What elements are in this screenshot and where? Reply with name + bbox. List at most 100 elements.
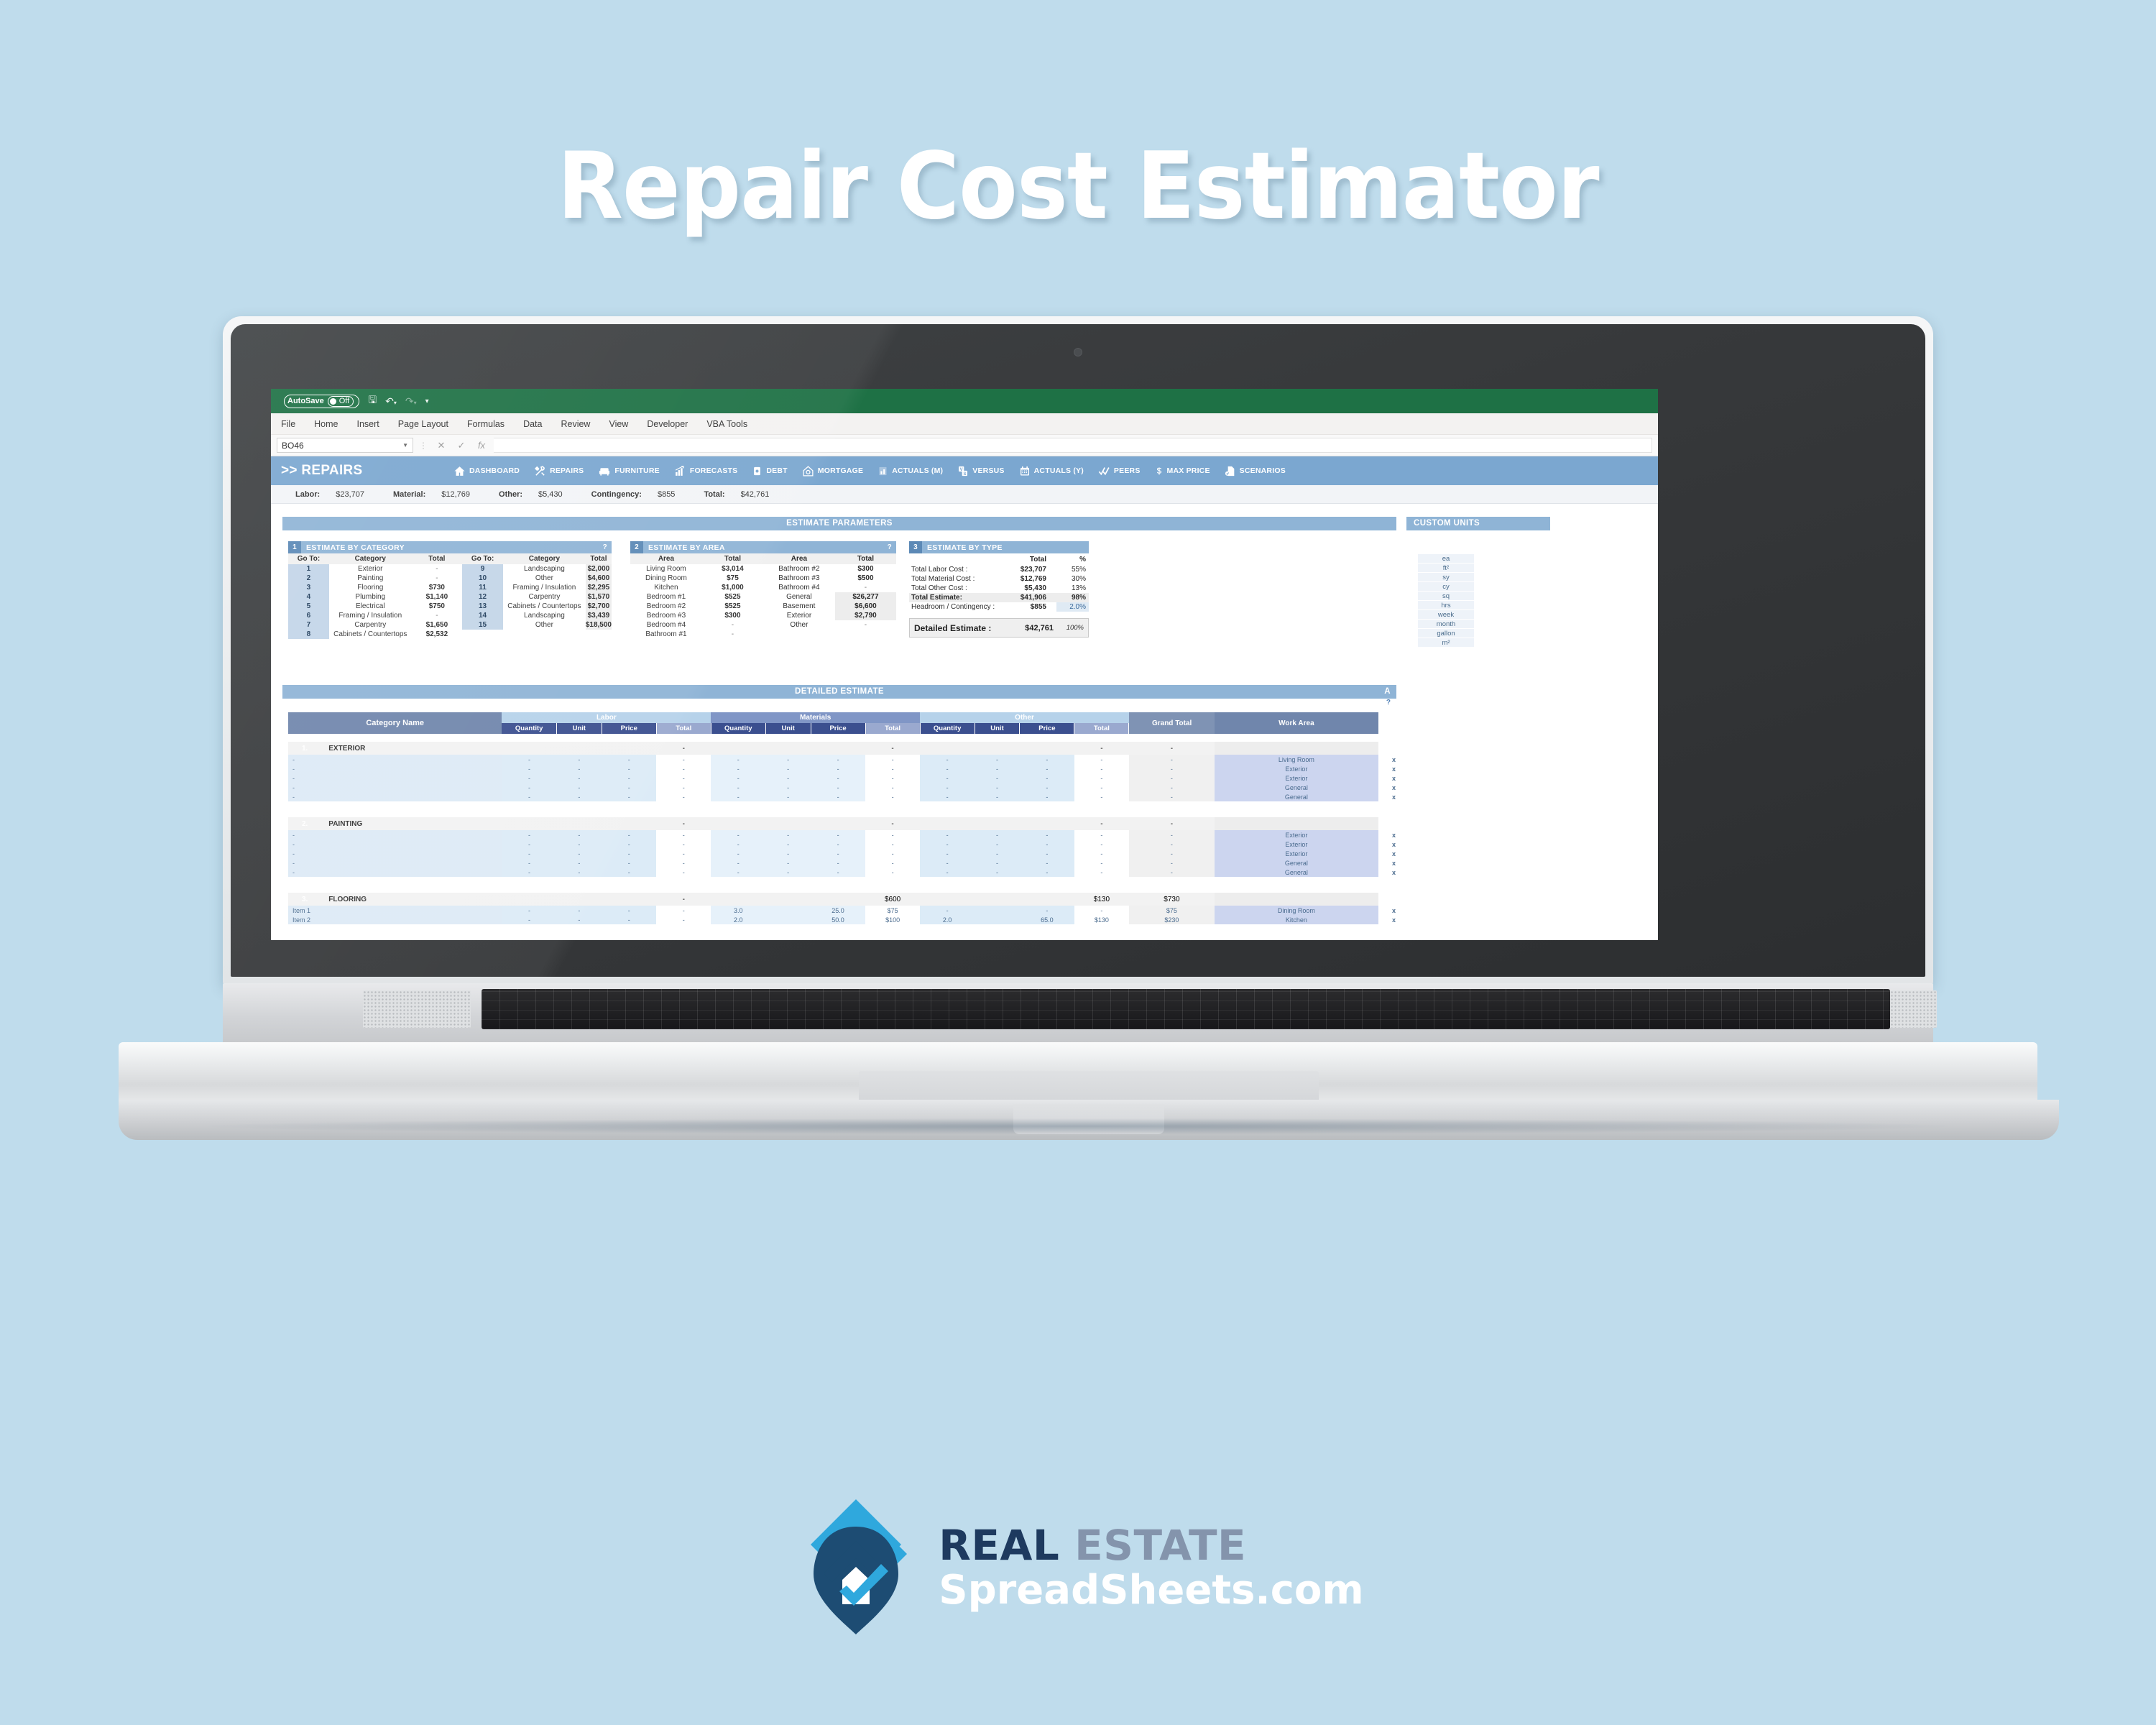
other-price[interactable]: - <box>1019 849 1074 858</box>
delete-row-button[interactable]: x <box>1378 868 1409 877</box>
materials-quantity[interactable]: - <box>711 792 766 801</box>
labor-unit[interactable]: - <box>556 755 602 764</box>
help-icon[interactable]: ? <box>888 543 892 551</box>
other-quantity[interactable]: - <box>920 755 975 764</box>
ribbon-tab-developer[interactable]: Developer <box>647 419 688 429</box>
materials-price[interactable]: - <box>811 849 866 858</box>
item-name[interactable]: - <box>288 783 502 792</box>
other-price[interactable]: - <box>1019 783 1074 792</box>
delete-row-button[interactable]: x <box>1378 906 1409 915</box>
ribbon-tab-view[interactable]: View <box>609 419 628 429</box>
labor-price[interactable]: - <box>602 773 657 783</box>
redo-icon[interactable]: ↷▾ <box>405 395 417 408</box>
materials-quantity[interactable]: - <box>711 764 766 773</box>
nav-item-dashboard[interactable]: DASHBOARD <box>446 465 527 477</box>
materials-unit[interactable]: - <box>765 792 811 801</box>
chevron-down-icon[interactable]: ▼ <box>402 442 408 448</box>
other-quantity[interactable]: 2.0 <box>920 915 975 924</box>
nav-item-forecasts[interactable]: FORECASTS <box>667 465 745 477</box>
ribbon-tab-review[interactable]: Review <box>561 419 590 429</box>
save-icon[interactable]: 🖫 <box>368 392 377 410</box>
ribbon-tab-home[interactable]: Home <box>314 419 338 429</box>
ribbon-tab-vba-tools[interactable]: VBA Tools <box>706 419 747 429</box>
goto-cell[interactable]: 10 <box>462 574 504 583</box>
labor-price[interactable]: - <box>602 764 657 773</box>
labor-quantity[interactable]: - <box>502 755 557 764</box>
other-price[interactable]: - <box>1019 764 1074 773</box>
custom-unit-item[interactable]: ea <box>1418 554 1474 564</box>
other-quantity[interactable]: - <box>920 849 975 858</box>
goto-cell[interactable]: 13 <box>462 602 504 611</box>
other-price[interactable]: - <box>1019 792 1074 801</box>
materials-unit[interactable]: - <box>765 868 811 877</box>
custom-unit-item[interactable]: gallon <box>1418 629 1474 638</box>
labor-price[interactable]: - <box>602 840 657 849</box>
ribbon-tab-data[interactable]: Data <box>523 419 542 429</box>
materials-quantity[interactable]: - <box>711 830 766 840</box>
nav-item-versus[interactable]: VS VERSUS <box>950 465 1011 477</box>
labor-price[interactable]: - <box>602 868 657 877</box>
customize-qat-icon[interactable]: ▾ <box>425 397 429 405</box>
labor-price[interactable]: - <box>602 830 657 840</box>
other-quantity[interactable]: - <box>920 830 975 840</box>
work-area-cell[interactable]: General <box>1214 858 1378 868</box>
other-unit[interactable] <box>975 906 1020 915</box>
materials-price[interactable]: - <box>811 755 866 764</box>
delete-row-button[interactable]: x <box>1378 755 1409 764</box>
goto-cell[interactable]: 6 <box>288 611 329 620</box>
materials-quantity[interactable]: 2.0 <box>711 915 766 924</box>
materials-price[interactable]: - <box>811 858 866 868</box>
materials-unit[interactable]: - <box>765 849 811 858</box>
labor-quantity[interactable]: - <box>502 792 557 801</box>
labor-quantity[interactable]: - <box>502 849 557 858</box>
labor-price[interactable]: - <box>602 849 657 858</box>
ribbon-tab-page-layout[interactable]: Page Layout <box>398 419 448 429</box>
delete-row-button[interactable]: x <box>1378 858 1409 868</box>
other-quantity[interactable]: - <box>920 764 975 773</box>
autosave-toggle[interactable]: AutoSave Off <box>284 394 360 408</box>
other-unit[interactable]: - <box>975 773 1020 783</box>
materials-quantity[interactable]: - <box>711 840 766 849</box>
item-name[interactable]: - <box>288 849 502 858</box>
item-name[interactable]: - <box>288 840 502 849</box>
nav-item-peers[interactable]: PEERS <box>1091 465 1148 477</box>
other-quantity[interactable]: - <box>920 840 975 849</box>
delete-row-button[interactable]: x <box>1378 830 1409 840</box>
materials-quantity[interactable]: - <box>711 868 766 877</box>
other-price[interactable]: 65.0 <box>1019 915 1074 924</box>
custom-unit-item[interactable]: week <box>1418 610 1474 620</box>
other-price[interactable]: - <box>1019 830 1074 840</box>
materials-price[interactable]: - <box>811 764 866 773</box>
labor-unit[interactable]: - <box>556 773 602 783</box>
goto-cell[interactable]: 1 <box>288 564 329 574</box>
custom-unit-item[interactable]: ft² <box>1418 564 1474 573</box>
ribbon-tab-file[interactable]: File <box>281 419 295 429</box>
labor-unit[interactable]: - <box>556 764 602 773</box>
labor-quantity[interactable]: - <box>502 858 557 868</box>
other-price[interactable]: - <box>1019 755 1074 764</box>
goto-cell[interactable]: 8 <box>288 630 329 639</box>
nav-item-repairs[interactable]: REPAIRS <box>527 465 591 477</box>
materials-quantity[interactable]: - <box>711 849 766 858</box>
other-quantity[interactable]: - <box>920 858 975 868</box>
other-unit[interactable]: - <box>975 764 1020 773</box>
other-unit[interactable] <box>975 915 1020 924</box>
nav-item-mortgage[interactable]: MORTGAGE <box>795 465 870 477</box>
materials-price[interactable]: - <box>811 840 866 849</box>
nav-item-max-price[interactable]: MAX PRICE <box>1148 465 1217 477</box>
goto-cell[interactable]: 3 <box>288 583 329 592</box>
materials-unit[interactable]: - <box>765 783 811 792</box>
other-quantity[interactable]: - <box>920 773 975 783</box>
materials-unit[interactable]: - <box>765 755 811 764</box>
labor-unit[interactable]: - <box>556 906 602 915</box>
labor-unit[interactable]: - <box>556 868 602 877</box>
work-area-cell[interactable]: Kitchen <box>1214 915 1378 924</box>
work-area-cell[interactable]: Exterior <box>1214 764 1378 773</box>
item-name[interactable]: - <box>288 755 502 764</box>
nav-item-debt[interactable]: DEBT <box>745 465 794 477</box>
delete-row-button[interactable]: x <box>1378 764 1409 773</box>
goto-cell[interactable]: 4 <box>288 592 329 602</box>
help-icon[interactable]: ? <box>1386 699 1391 707</box>
custom-unit-item[interactable]: cy <box>1418 582 1474 592</box>
materials-unit[interactable]: - <box>765 773 811 783</box>
